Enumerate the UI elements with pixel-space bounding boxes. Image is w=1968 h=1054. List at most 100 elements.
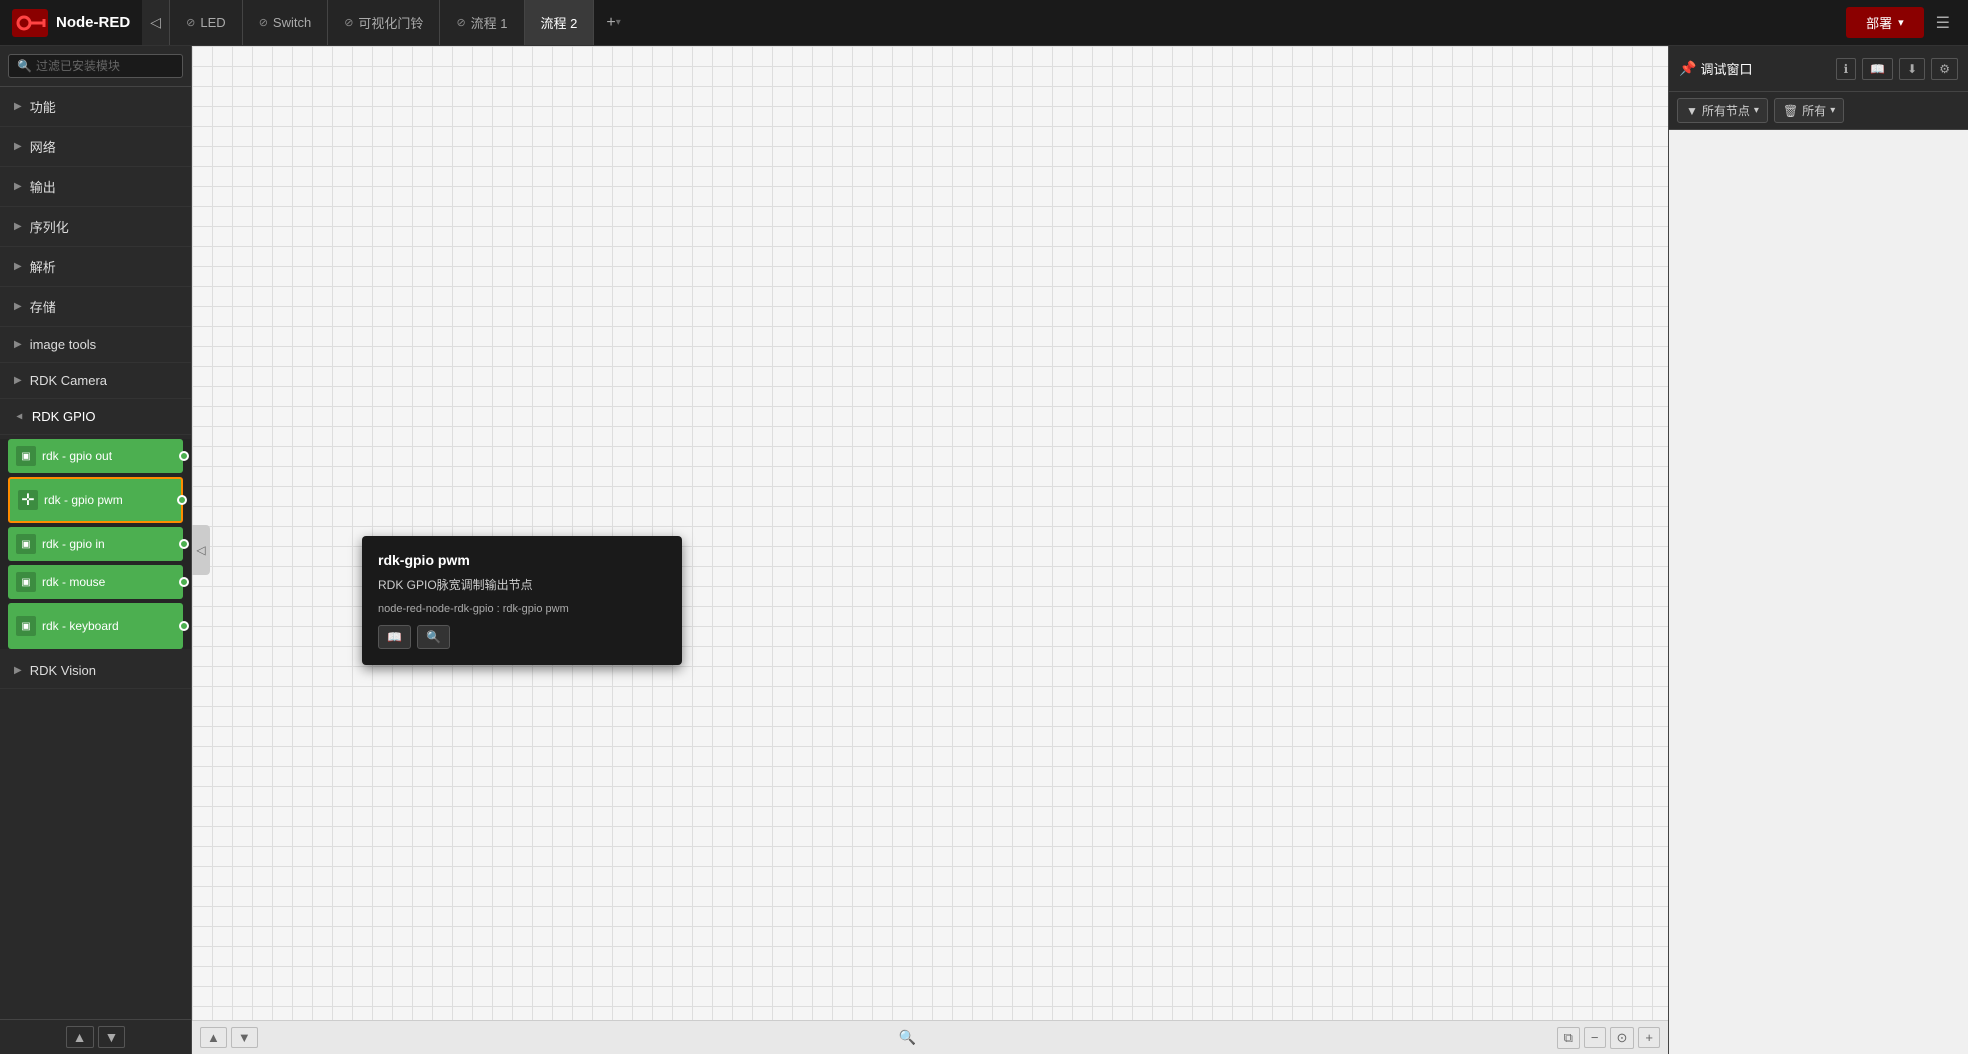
filter-icon: ▼ xyxy=(1686,104,1698,118)
topbar: Node-RED ◁ ⊘ LED ⊘ Switch ⊘ 可视化门铃 ⊘ 流程 1… xyxy=(0,0,1968,46)
tab-led-icon: ⊘ xyxy=(186,16,195,29)
canvas-area[interactable]: ◁ rdk-gpio pwm RDK GPIO脉宽调制输出节点 node-red… xyxy=(192,46,1668,1054)
node-rdk-keyboard[interactable]: ▣ rdk - keyboard xyxy=(8,603,183,649)
category-storage[interactable]: ▶ 存储 xyxy=(0,287,191,327)
sidebar-bottom: ▲ ▼ xyxy=(0,1019,191,1054)
category-list: ▶ 功能 ▶ 网络 ▶ 输出 ▶ 序列化 ▶ 解析 xyxy=(0,87,191,1019)
all-button[interactable]: 🗑 所有 ▾ xyxy=(1774,98,1844,123)
all-chevron-icon: ▾ xyxy=(1830,105,1835,116)
search-icon: 🔍 xyxy=(17,59,32,73)
pin-icon: 📌 xyxy=(1679,60,1696,77)
category-storage-label: 存储 xyxy=(30,297,56,316)
tab-bell[interactable]: ⊘ 可视化门铃 xyxy=(328,0,440,45)
panel-gear-button[interactable]: ⚙ xyxy=(1931,58,1958,80)
tab-add-button[interactable]: + ▾ xyxy=(594,0,632,45)
canvas-zoom-out-button[interactable]: − xyxy=(1584,1027,1606,1048)
node-icon: ▣ xyxy=(16,572,36,592)
panel-title-label: 调试窗口 xyxy=(1700,59,1752,78)
main-content: 🔍 ▶ 功能 ▶ 网络 ▶ 输出 ▶ 序列化 xyxy=(0,46,1968,1054)
category-arrow-icon: ▶ xyxy=(14,665,22,676)
panel-info-button[interactable]: ℹ xyxy=(1836,58,1857,80)
category-arrow-icon: ▶ xyxy=(14,141,22,152)
category-rdk-gpio[interactable]: ▼ RDK GPIO xyxy=(0,399,191,435)
canvas-zoom-reset-button[interactable]: ⊙ xyxy=(1610,1027,1635,1049)
category-serialize[interactable]: ▶ 序列化 xyxy=(0,207,191,247)
tab-add-icon: + xyxy=(606,14,615,32)
deploy-button[interactable]: 部署 ▾ xyxy=(1846,7,1924,38)
category-rdk-vision[interactable]: ▶ RDK Vision xyxy=(0,653,191,689)
node-port-right xyxy=(179,577,189,587)
tooltip-book-button[interactable]: 📖 xyxy=(378,625,411,649)
tooltip-actions: 📖 🔍 xyxy=(378,625,666,649)
node-icon: ▣ xyxy=(16,616,36,636)
tooltip-title: rdk-gpio pwm xyxy=(378,552,666,568)
panel-download-button[interactable]: ⬇ xyxy=(1899,58,1925,80)
category-rdk-vision-label: RDK Vision xyxy=(30,663,96,678)
scroll-down-button[interactable]: ▼ xyxy=(98,1026,126,1048)
canvas-page-icon[interactable]: ⧉ xyxy=(1557,1027,1580,1049)
search-input-wrap: 🔍 xyxy=(8,54,183,78)
filter-chevron-icon: ▾ xyxy=(1754,105,1759,116)
menu-button[interactable]: ☰ xyxy=(1928,9,1958,37)
node-rdk-gpio-out[interactable]: ▣ rdk - gpio out xyxy=(8,439,183,473)
logo-icon xyxy=(12,9,48,37)
category-arrow-icon: ▶ xyxy=(14,101,22,112)
tab-bell-label: 可视化门铃 xyxy=(358,13,423,32)
tabs-area: ◁ ⊘ LED ⊘ Switch ⊘ 可视化门铃 ⊘ 流程 1 流程 2 + ▾ xyxy=(142,0,1836,45)
all-icon: 🗑 xyxy=(1783,104,1798,118)
category-network[interactable]: ▶ 网络 xyxy=(0,127,191,167)
filter-nodes-button[interactable]: ▼ 所有节点 ▾ xyxy=(1677,98,1768,123)
tooltip-popup: rdk-gpio pwm RDK GPIO脉宽调制输出节点 node-red-n… xyxy=(362,536,682,665)
category-arrow-icon: ▶ xyxy=(14,181,22,192)
category-network-label: 网络 xyxy=(30,137,56,156)
tooltip-description: RDK GPIO脉宽调制输出节点 xyxy=(378,576,666,593)
category-image-tools[interactable]: ▶ image tools xyxy=(0,327,191,363)
panel-book-button[interactable]: 📖 xyxy=(1862,58,1893,80)
sidebar-left: 🔍 ▶ 功能 ▶ 网络 ▶ 输出 ▶ 序列化 xyxy=(0,46,192,1054)
category-output[interactable]: ▶ 输出 xyxy=(0,167,191,207)
category-output-label: 输出 xyxy=(30,177,56,196)
category-parse-label: 解析 xyxy=(30,257,56,276)
tab-led-label: LED xyxy=(200,15,225,30)
tab-flow2-label: 流程 2 xyxy=(541,13,578,32)
category-arrow-open-icon: ▼ xyxy=(13,412,24,422)
node-rdk-mouse[interactable]: ▣ rdk - mouse xyxy=(8,565,183,599)
tooltip-search-button[interactable]: 🔍 xyxy=(417,625,450,649)
category-image-tools-label: image tools xyxy=(30,337,96,352)
canvas-bottom-left: ▲ ▼ xyxy=(200,1027,258,1048)
tab-led[interactable]: ⊘ LED xyxy=(170,0,243,45)
node-label: rdk - keyboard xyxy=(42,619,175,633)
category-rdk-camera[interactable]: ▶ RDK Camera xyxy=(0,363,191,399)
deploy-label: 部署 xyxy=(1866,13,1892,32)
app-title: Node-RED xyxy=(56,14,130,31)
category-arrow-icon: ▶ xyxy=(14,339,22,350)
canvas-bottom: ▲ ▼ 🔍 ⧉ − ⊙ + xyxy=(192,1020,1668,1054)
scroll-up-button[interactable]: ▲ xyxy=(66,1026,94,1048)
canvas-down-button[interactable]: ▼ xyxy=(231,1027,258,1048)
node-port-right xyxy=(179,451,189,461)
filter-label: 所有节点 xyxy=(1702,102,1750,119)
tab-switch[interactable]: ⊘ Switch xyxy=(243,0,329,45)
node-label: rdk - gpio out xyxy=(42,449,175,463)
canvas-search-button[interactable]: 🔍 xyxy=(898,1029,915,1046)
category-arrow-icon: ▶ xyxy=(14,261,22,272)
tab-flow2[interactable]: 流程 2 xyxy=(525,0,595,45)
tab-collapse-button[interactable]: ◁ xyxy=(142,0,170,45)
canvas-zoom-in-button[interactable]: + xyxy=(1638,1027,1660,1048)
panel-content xyxy=(1669,130,1968,1054)
node-port-right xyxy=(179,539,189,549)
node-icon: ✛ xyxy=(18,490,38,510)
category-function[interactable]: ▶ 功能 xyxy=(0,87,191,127)
category-parse[interactable]: ▶ 解析 xyxy=(0,247,191,287)
tab-bell-icon: ⊘ xyxy=(344,16,353,29)
node-rdk-gpio-in[interactable]: ▣ rdk - gpio in xyxy=(8,527,183,561)
all-label: 所有 xyxy=(1802,102,1826,119)
tooltip-module: node-red-node-rdk-gpio : rdk-gpio pwm xyxy=(378,603,666,615)
canvas-collapse-button[interactable]: ◁ xyxy=(192,525,210,575)
tab-flow1[interactable]: ⊘ 流程 1 xyxy=(440,0,524,45)
canvas-up-button[interactable]: ▲ xyxy=(200,1027,227,1048)
search-input[interactable] xyxy=(36,59,174,73)
node-rdk-gpio-pwm[interactable]: ✛ rdk - gpio pwm xyxy=(8,477,183,523)
tab-flow1-label: 流程 1 xyxy=(471,13,508,32)
canvas-grid[interactable]: ◁ rdk-gpio pwm RDK GPIO脉宽调制输出节点 node-red… xyxy=(192,46,1668,1054)
